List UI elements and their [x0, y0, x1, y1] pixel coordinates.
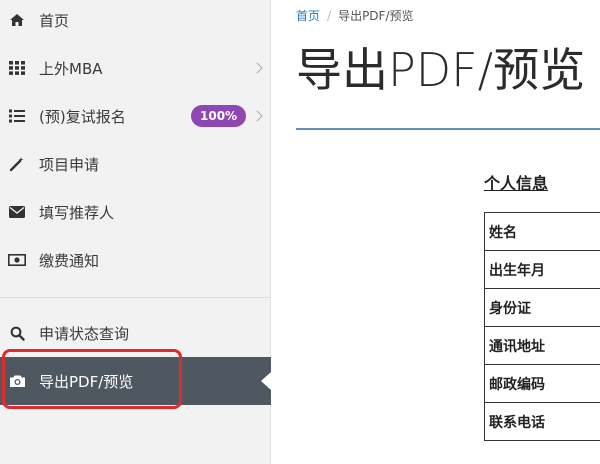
sidebar-item-label: 上外MBA [39, 59, 103, 78]
field-label: 通讯地址 [484, 326, 600, 365]
table-row: 联系电话 [484, 402, 600, 441]
field-label: 联系电话 [484, 402, 600, 441]
sidebar-item-label: 项目申请 [39, 155, 100, 174]
sidebar-item-retest-signup[interactable]: (预)复试报名 100% [0, 92, 271, 140]
envelope-icon [8, 203, 26, 221]
breadcrumb-home-link[interactable]: 首页 [296, 9, 320, 23]
active-indicator [261, 372, 271, 390]
sidebar-item-label: 缴费通知 [39, 251, 100, 270]
sidebar: 首页 上外MBA (预)复试报名 100% 项目申请 填写推荐人 缴费通知 申请… [0, 0, 271, 464]
breadcrumb: 首页 / 导出PDF/预览 [296, 7, 414, 24]
sidebar-item-payment-notice[interactable]: 缴费通知 [0, 236, 271, 284]
chevron-right-icon [251, 110, 263, 122]
table-row: 出生年月 [484, 250, 600, 289]
breadcrumb-current: 导出PDF/预览 [338, 9, 414, 23]
sidebar-item-referee[interactable]: 填写推荐人 [0, 188, 271, 236]
table-row: 姓名 [484, 212, 600, 251]
breadcrumb-separator: / [327, 9, 332, 23]
grid-icon [8, 59, 26, 77]
money-icon [8, 251, 26, 269]
field-label: 出生年月 [484, 250, 600, 289]
section-title: 个人信息 [484, 174, 549, 193]
chevron-right-icon [251, 62, 263, 74]
search-icon [8, 324, 26, 342]
sidebar-item-label: 首页 [39, 11, 70, 30]
magic-wand-icon [8, 155, 26, 173]
personal-info-table: 姓名 出生年月 身份证 通讯地址 邮政编码 联系电话 [484, 212, 600, 441]
sidebar-item-label: (预)复试报名 [39, 107, 126, 126]
field-label: 姓名 [484, 212, 600, 251]
table-row: 邮政编码 [484, 364, 600, 403]
list-icon [8, 107, 26, 125]
field-label: 邮政编码 [484, 364, 600, 403]
sidebar-divider [0, 297, 271, 298]
title-divider [296, 128, 600, 130]
table-row: 通讯地址 [484, 326, 600, 365]
table-row: 身份证 [484, 288, 600, 327]
sidebar-item-label: 申请状态查询 [39, 324, 130, 343]
progress-badge: 100% [191, 105, 247, 127]
sidebar-item-sisu-mba[interactable]: 上外MBA [0, 44, 271, 92]
page-title: 导出PDF/预览 [296, 43, 586, 97]
sidebar-item-home[interactable]: 首页 [0, 0, 271, 44]
field-label: 身份证 [484, 288, 600, 327]
annotation-highlight [2, 349, 182, 409]
sidebar-item-program-application[interactable]: 项目申请 [0, 140, 271, 188]
home-icon [8, 11, 26, 29]
sidebar-item-label: 填写推荐人 [39, 203, 115, 222]
